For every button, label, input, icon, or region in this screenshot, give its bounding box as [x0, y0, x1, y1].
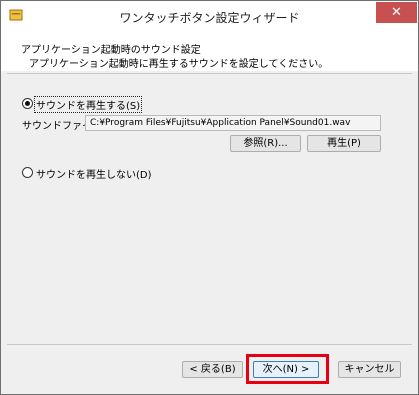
- cancel-button[interactable]: キャンセル: [338, 361, 401, 378]
- play-button[interactable]: 再生(P): [307, 135, 381, 152]
- no-sound-radio[interactable]: [22, 167, 33, 178]
- no-sound-label[interactable]: サウンドを再生しない(D): [36, 166, 152, 181]
- sound-file-field[interactable]: C:¥Program Files¥Fujitsu¥Application Pan…: [85, 115, 381, 131]
- header-title: アプリケーション起動時のサウンド設定: [21, 45, 201, 56]
- footer-divider: [7, 344, 412, 345]
- play-sound-label[interactable]: サウンドを再生する(S): [33, 96, 143, 113]
- next-button[interactable]: 次へ(N) >: [253, 361, 319, 378]
- back-button[interactable]: < 戻る(B): [182, 361, 243, 378]
- window-title: ワンタッチボタン設定ウィザード: [119, 11, 300, 25]
- play-sound-radio[interactable]: [22, 98, 33, 109]
- wizard-header: アプリケーション起動時のサウンド設定 アプリケーション起動時に再生するサウンドを…: [1, 32, 418, 71]
- header-divider: [7, 73, 412, 74]
- close-button[interactable]: ✕: [376, 2, 417, 23]
- browse-button[interactable]: 参照(R)...: [230, 135, 301, 152]
- header-subtitle: アプリケーション起動時に再生するサウンドを設定してください。: [29, 59, 329, 70]
- title-bar: ワンタッチボタン設定ウィザード ✕: [1, 1, 418, 32]
- wizard-window: ワンタッチボタン設定ウィザード ✕ アプリケーション起動時のサウンド設定 アプリ…: [0, 0, 419, 395]
- close-icon[interactable]: ✕: [391, 5, 402, 20]
